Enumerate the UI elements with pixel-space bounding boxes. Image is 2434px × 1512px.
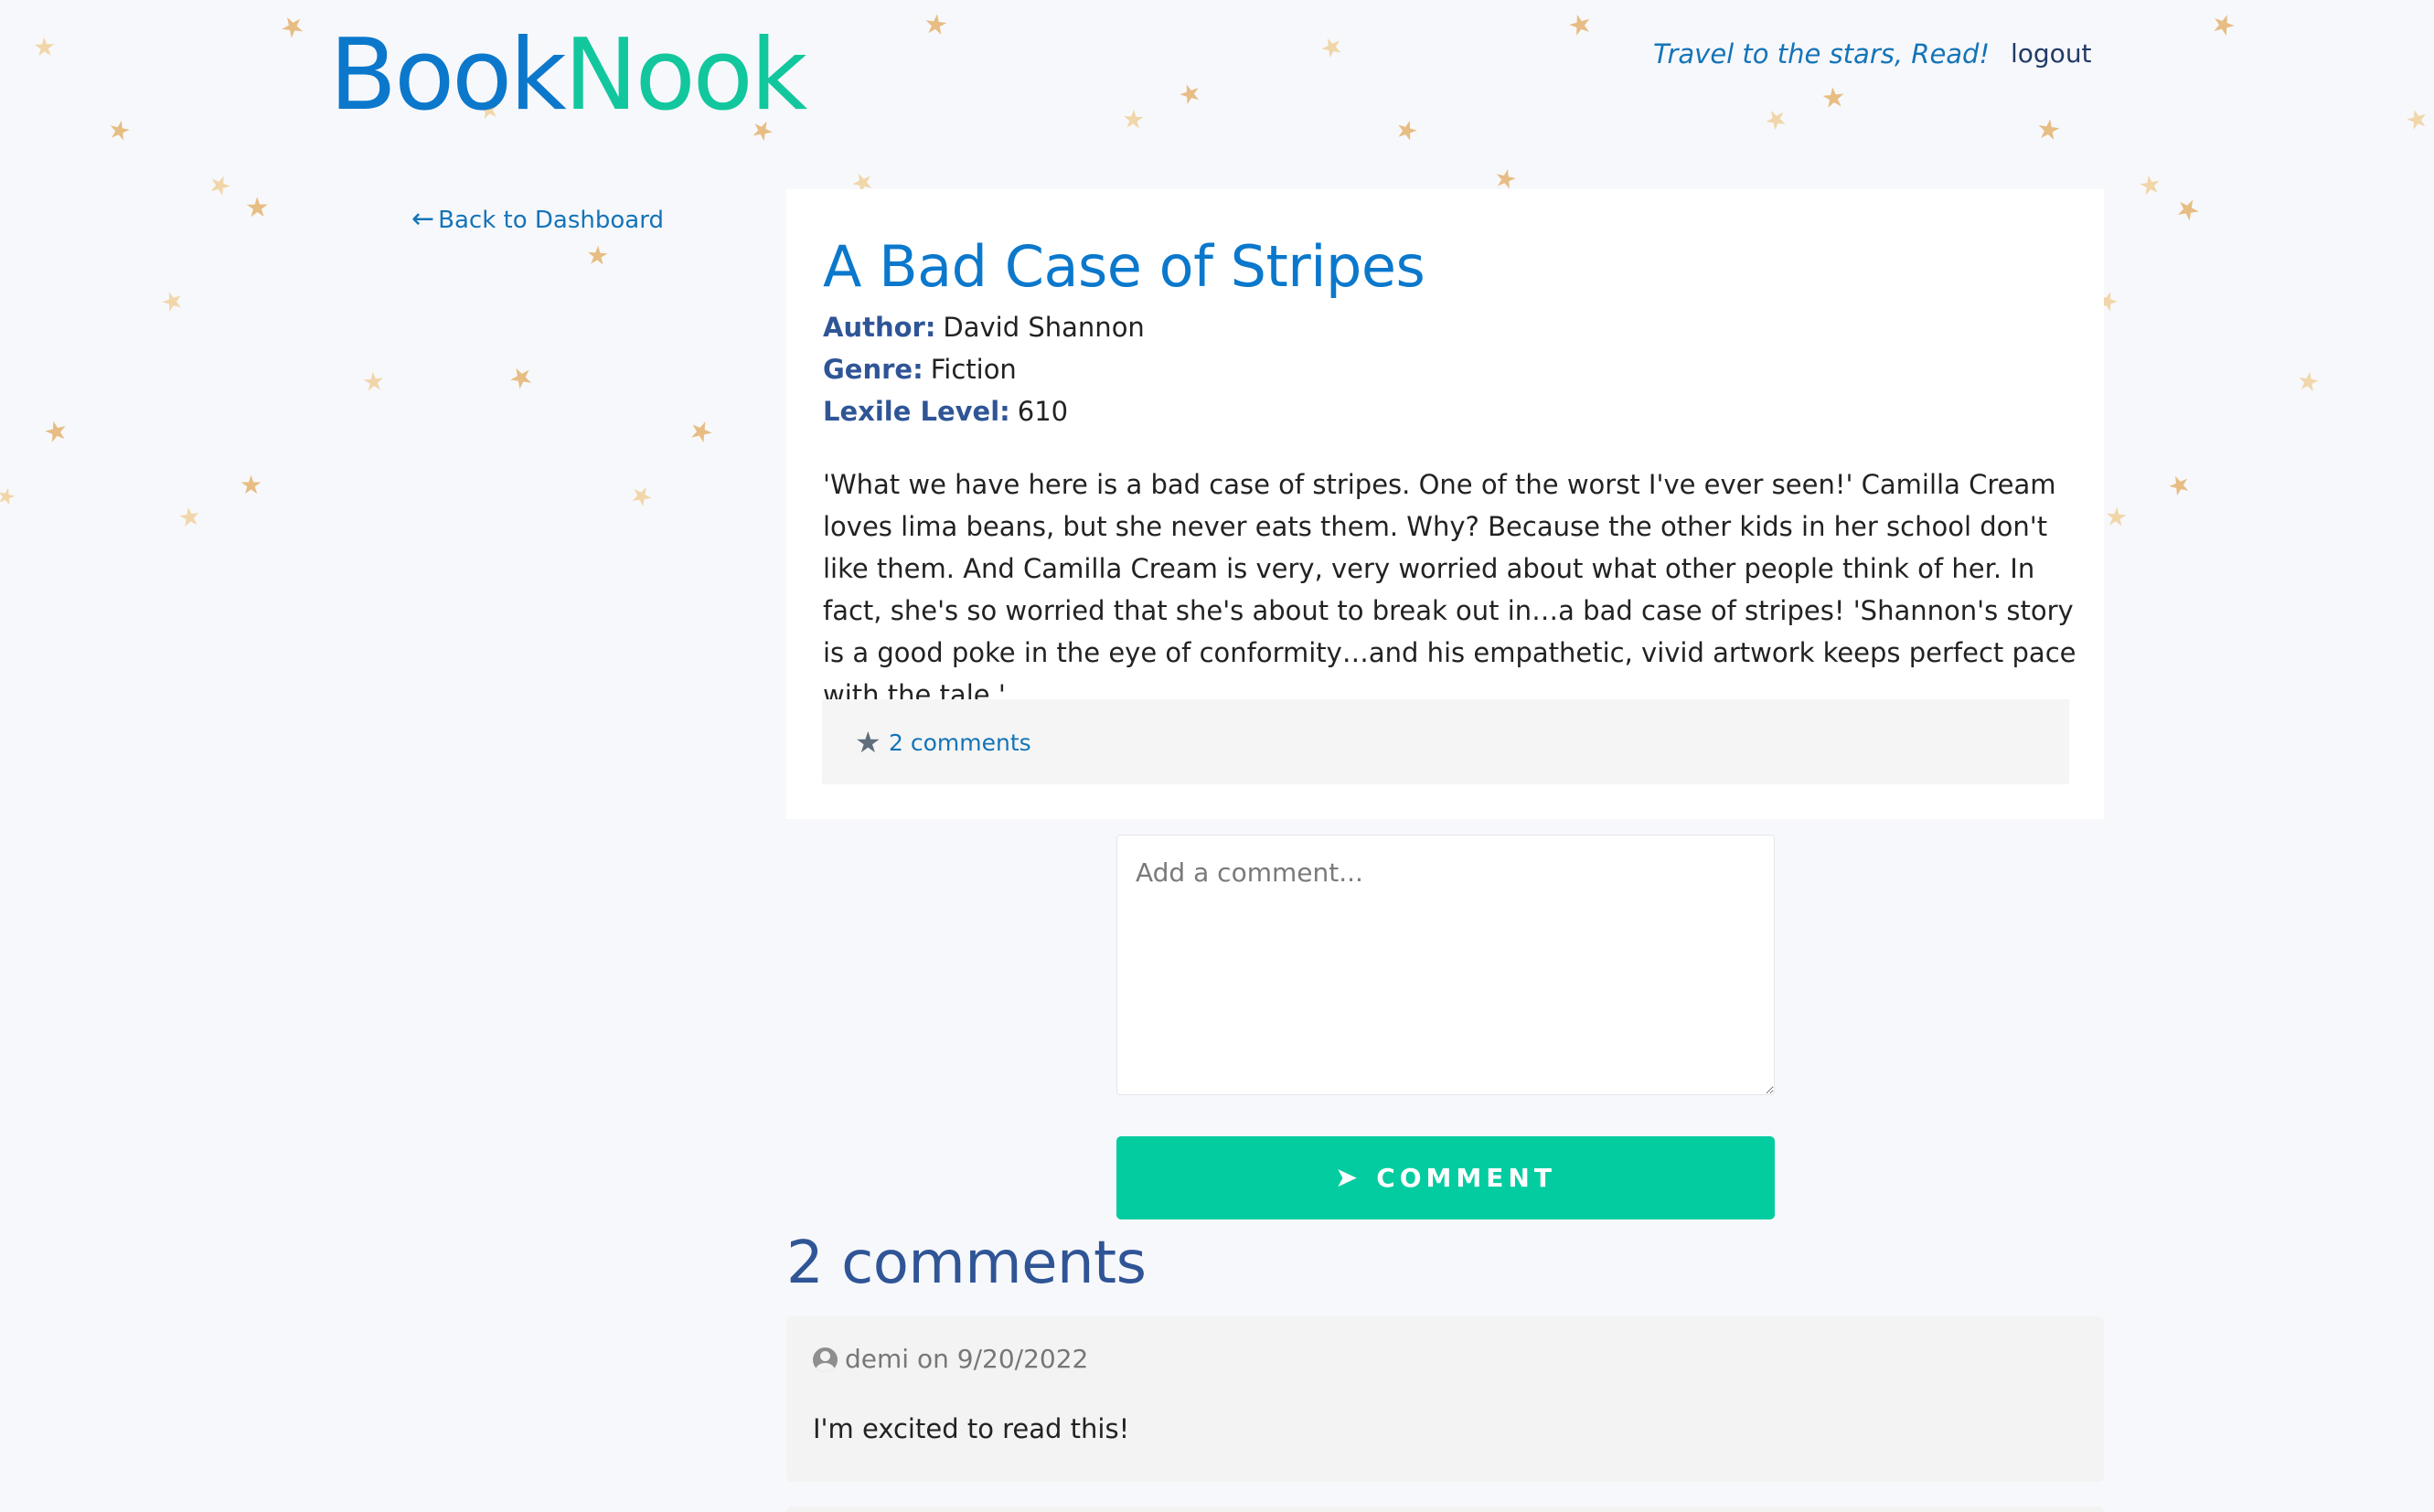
- comments-heading: 2 comments: [786, 1230, 1147, 1297]
- comment-submit-button[interactable]: ➤ COMMENT: [1116, 1136, 1775, 1219]
- comment-on-word: on: [916, 1344, 949, 1374]
- comment-card-partial: [786, 1507, 2104, 1512]
- book-title: A Bad Case of Stripes: [823, 233, 1425, 300]
- star-decoration-icon: ★: [1820, 80, 1848, 116]
- star-decoration-icon: ★: [2169, 189, 2206, 230]
- star-decoration-icon: ★: [1314, 28, 1349, 66]
- user-circle-icon: [813, 1347, 838, 1372]
- book-genre-row: Genre: Fiction: [823, 354, 1017, 385]
- genre-label: Genre:: [823, 354, 923, 385]
- star-decoration-icon: ★: [1121, 103, 1146, 135]
- comment-count-link[interactable]: 2 comments: [889, 729, 1031, 756]
- star-decoration-icon: ★: [2103, 500, 2130, 534]
- star-decoration-icon: ★: [624, 477, 659, 516]
- star-decoration-icon: ★: [203, 166, 237, 204]
- star-decoration-icon: ★: [176, 500, 204, 534]
- star-decoration-icon: ★: [683, 412, 719, 452]
- star-decoration-icon: ★: [2162, 466, 2196, 504]
- book-details-card: A Bad Case of Stripes Author: David Shann…: [786, 189, 2104, 819]
- star-icon: ★: [855, 725, 881, 760]
- star-decoration-icon: ★: [360, 365, 387, 399]
- lexile-value: 610: [1017, 396, 1069, 427]
- author-label: Author:: [823, 312, 936, 343]
- book-lexile-row: Lexile Level: 610: [823, 396, 1068, 427]
- header-tagline: Travel to the stars, Read!: [1653, 38, 1991, 69]
- star-decoration-icon: ★: [1391, 112, 1423, 148]
- author-value: David Shannon: [943, 312, 1145, 343]
- star-decoration-icon: ★: [40, 413, 72, 451]
- logout-link[interactable]: logout: [2011, 38, 2092, 69]
- star-decoration-icon: ★: [922, 7, 950, 43]
- comment-meta: demi on 9/20/2022: [845, 1344, 1088, 1374]
- comment-card: demi on 9/20/2022 I'm excited to read th…: [786, 1316, 2104, 1482]
- star-decoration-icon: ★: [2402, 101, 2432, 137]
- star-decoration-icon: ★: [2034, 112, 2064, 148]
- star-decoration-icon: ★: [244, 191, 271, 225]
- lexile-label: Lexile Level:: [823, 396, 1010, 427]
- star-decoration-icon: ★: [1758, 101, 1794, 139]
- star-decoration-icon: ★: [1173, 75, 1206, 112]
- star-decoration-icon: ★: [104, 112, 134, 148]
- book-card-footer: ★ 2 comments: [822, 699, 2069, 784]
- book-description: 'What we have here is a bad case of stri…: [823, 469, 2076, 710]
- star-decoration-icon: ★: [2136, 168, 2164, 202]
- star-decoration-icon: ★: [240, 470, 263, 500]
- arrow-left-icon: ←: [411, 203, 435, 235]
- star-decoration-icon: ★: [0, 481, 19, 512]
- booknook-logo[interactable]: BookNook: [329, 18, 807, 133]
- comment-button-label: COMMENT: [1376, 1163, 1556, 1193]
- comment-input[interactable]: [1116, 835, 1775, 1095]
- genre-value: Fiction: [930, 354, 1017, 385]
- comment-date: 9/20/2022: [956, 1344, 1089, 1374]
- book-author-row: Author: David Shannon: [823, 312, 1145, 343]
- back-to-dashboard-label: Back to Dashboard: [438, 207, 664, 234]
- comment-user: demi: [845, 1344, 910, 1374]
- star-decoration-icon: ★: [273, 6, 312, 48]
- back-to-dashboard-link[interactable]: ← Back to Dashboard: [411, 203, 664, 235]
- star-decoration-icon: ★: [156, 282, 188, 320]
- star-decoration-icon: ★: [503, 357, 540, 399]
- star-decoration-icon: ★: [32, 31, 57, 63]
- star-decoration-icon: ★: [2205, 5, 2241, 45]
- star-decoration-icon: ★: [2294, 365, 2322, 399]
- comment-text: I'm excited to read this!: [813, 1413, 1130, 1444]
- paper-plane-icon: ➤: [1335, 1162, 1359, 1194]
- star-decoration-icon: ★: [1564, 5, 1597, 45]
- star-decoration-icon: ★: [584, 240, 611, 272]
